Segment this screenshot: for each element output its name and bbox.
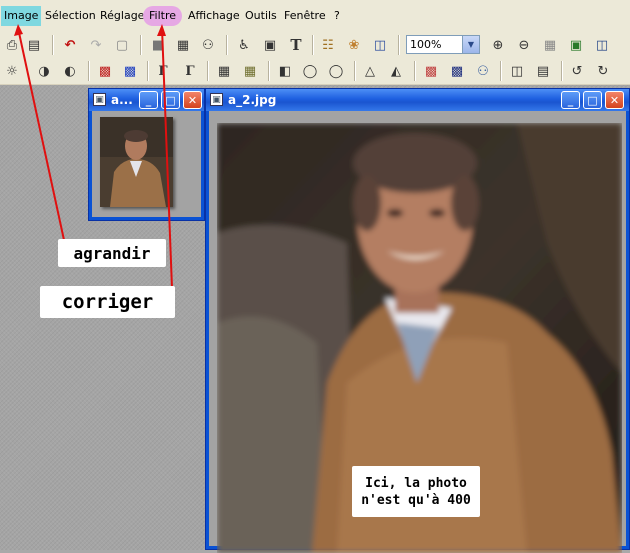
- crop-selection-icon[interactable]: ▢: [112, 35, 132, 55]
- print-icon[interactable]: ⎙: [2, 35, 22, 55]
- person-blue-icon[interactable]: ⚇: [473, 61, 493, 81]
- triangle-icon[interactable]: △: [360, 61, 380, 81]
- rotate-left-icon[interactable]: ↺: [567, 61, 587, 81]
- monitor-icon[interactable]: ▩: [447, 61, 467, 81]
- zoom-in-icon[interactable]: ⊕: [488, 35, 508, 55]
- toolbar-separator: [140, 35, 141, 55]
- gray-square-icon[interactable]: ■: [148, 35, 168, 55]
- toolbar-separator: [500, 61, 501, 81]
- text-tool-icon[interactable]: T: [286, 35, 306, 55]
- toolbar-separator: [354, 61, 355, 81]
- annotation-note-line1: Ici, la photo: [365, 475, 467, 491]
- toolbar-separator: [561, 61, 562, 81]
- annotation-note: Ici, la photo n'est qu'à 400: [352, 466, 480, 517]
- contrast-minus-icon[interactable]: ◑: [34, 61, 54, 81]
- maximize-button[interactable]: □: [161, 91, 180, 109]
- undo-icon[interactable]: ↶: [60, 35, 80, 55]
- menu-affichage[interactable]: Affichage: [185, 6, 243, 26]
- image-file-icon: ▣: [210, 93, 223, 106]
- annotation-note-line2: n'est qu'à 400: [361, 492, 471, 508]
- window-icon[interactable]: ◫: [370, 35, 390, 55]
- annotation-agrandir: agrandir: [58, 239, 166, 267]
- menu-fenetre[interactable]: Fenêtre: [281, 6, 329, 26]
- portrait-icon[interactable]: ♿: [234, 35, 254, 55]
- menu-help[interactable]: ?: [331, 6, 343, 26]
- zoom-out-icon[interactable]: ⊖: [514, 35, 534, 55]
- brightness-plus-icon[interactable]: ☼: [2, 61, 22, 81]
- drop-small-icon[interactable]: ◯: [300, 61, 320, 81]
- image-window-titlebar[interactable]: ▣ a_2.jpg _ □ ✕: [206, 89, 629, 111]
- fullscreen-icon[interactable]: ◫: [592, 35, 612, 55]
- menu-image[interactable]: Image: [1, 6, 42, 26]
- fit-window-icon[interactable]: ▦: [540, 35, 560, 55]
- color-plus-icon[interactable]: ▩: [120, 61, 140, 81]
- maximize-button[interactable]: □: [583, 91, 602, 109]
- thumbnail-window[interactable]: ▣ a... _ □ ✕: [88, 88, 205, 221]
- toolbar-main: ⎙ ▤ ↶ ↷ ▢ ■ ▦ ⚇ ♿ ▣ T ☷ ❀ ◫ 100% ▼ ⊕ ⊖ ▦…: [0, 32, 630, 59]
- redo-icon[interactable]: ↷: [86, 35, 106, 55]
- image-window-title: a_2.jpg: [228, 93, 277, 107]
- thumbnail-window-title: a...: [111, 93, 133, 107]
- close-button[interactable]: ✕: [605, 91, 624, 109]
- gamma-minus-icon[interactable]: Γ: [153, 61, 173, 81]
- half-square-icon[interactable]: ◧: [275, 61, 295, 81]
- zoom-select[interactable]: 100% ▼: [406, 35, 480, 54]
- toolbar-adjust: ☼ ◑ ◐ ▩ ▩ Γ Γ ▦ ▦ ◧ ◯ ◯ △ ◭ ▩ ▩ ⚇ ◫ ▤ ↺ …: [0, 58, 630, 85]
- annotation-corriger: corriger: [40, 286, 175, 318]
- grid-icon[interactable]: ▦: [214, 61, 234, 81]
- chevron-down-icon[interactable]: ▼: [462, 36, 479, 53]
- rotate-right-icon[interactable]: ↻: [593, 61, 613, 81]
- color-grid-icon[interactable]: ▦: [173, 35, 193, 55]
- scanner-icon[interactable]: ▤: [24, 35, 44, 55]
- thumbnail-window-body: [92, 111, 201, 217]
- layers-icon[interactable]: ☷: [318, 35, 338, 55]
- thumbnail-window-titlebar[interactable]: ▣ a... _ □ ✕: [89, 89, 204, 111]
- gamma-plus-icon[interactable]: Γ: [180, 61, 200, 81]
- close-button[interactable]: ✕: [183, 91, 202, 109]
- color-minus-icon[interactable]: ▩: [95, 61, 115, 81]
- menu-selection[interactable]: Sélection: [42, 6, 99, 26]
- portrait-frame-icon[interactable]: ▣: [260, 35, 280, 55]
- toolbar-separator: [414, 61, 415, 81]
- menu-outils[interactable]: Outils: [242, 6, 280, 26]
- toolbar-separator: [312, 35, 313, 55]
- thumbnail-photo[interactable]: [100, 117, 173, 207]
- drop-large-icon[interactable]: ◯: [326, 61, 346, 81]
- toolbar-separator: [52, 35, 53, 55]
- rgb-icon[interactable]: ▩: [421, 61, 441, 81]
- minimize-button[interactable]: _: [139, 91, 158, 109]
- grid-color-icon[interactable]: ▦: [240, 61, 260, 81]
- image-file-icon: ▣: [93, 93, 106, 106]
- zoom-value: 100%: [410, 38, 442, 51]
- toolbar-separator: [398, 35, 399, 55]
- menu-reglage[interactable]: Réglage: [97, 6, 147, 26]
- toolbar-separator: [207, 61, 208, 81]
- actual-size-icon[interactable]: ▣: [566, 35, 586, 55]
- minimize-button[interactable]: _: [561, 91, 580, 109]
- flip-vertical-icon[interactable]: ▤: [533, 61, 553, 81]
- menu-filtre[interactable]: Filtre: [143, 6, 183, 26]
- toolbar-separator: [147, 61, 148, 81]
- menu-bar: Image Sélection Réglage Filtre Affichage…: [0, 0, 630, 33]
- toolbar-separator: [268, 61, 269, 81]
- toolbar-separator: [226, 35, 227, 55]
- triangle-split-icon[interactable]: ◭: [386, 61, 406, 81]
- flip-horizontal-icon[interactable]: ◫: [507, 61, 527, 81]
- toolbar-separator: [88, 61, 89, 81]
- effects-icon[interactable]: ❀: [344, 35, 364, 55]
- person-icon[interactable]: ⚇: [198, 35, 218, 55]
- contrast-plus-icon[interactable]: ◐: [60, 61, 80, 81]
